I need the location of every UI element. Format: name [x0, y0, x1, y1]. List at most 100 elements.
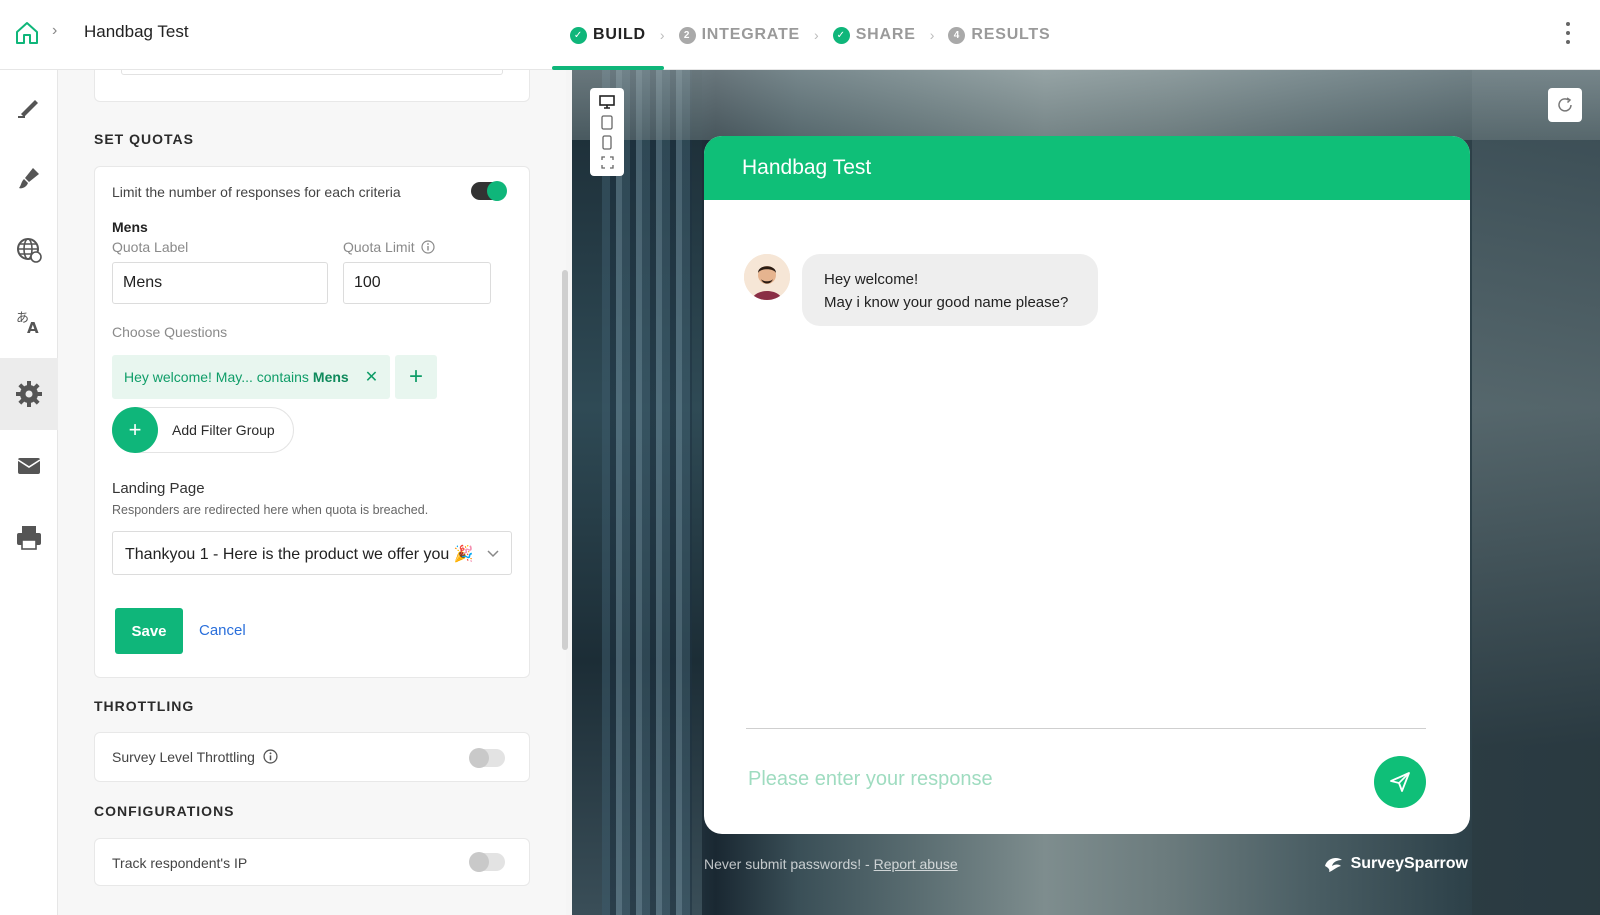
rail-item-print[interactable] [0, 502, 58, 574]
survey-throttling-label-text: Survey Level Throttling [112, 749, 255, 765]
home-icon[interactable] [14, 20, 40, 46]
message-line-2: May i know your good name please? [824, 294, 1069, 311]
set-quotas-heading: SET QUOTAS [94, 131, 194, 147]
step-number-badge: 4 [948, 26, 966, 44]
rail-item-settings[interactable] [0, 358, 58, 430]
mobile-icon[interactable] [602, 135, 612, 151]
quota-group-name: Mens [112, 219, 148, 235]
background-shelves [1472, 70, 1600, 915]
send-button[interactable] [1374, 756, 1426, 808]
rail-item-email[interactable] [0, 430, 58, 502]
check-icon: ✓ [570, 26, 587, 44]
question-filter-chip[interactable]: Hey welcome! May... contains Mens ✕ [112, 355, 391, 399]
surveysparrow-logo-icon [1324, 858, 1342, 872]
rail-item-translate[interactable]: あA [0, 286, 58, 358]
printer-icon [17, 526, 41, 550]
translate-icon: あA [16, 311, 39, 337]
rail-item-edit[interactable] [0, 70, 58, 142]
step-chevron-icon: › [929, 27, 935, 43]
settings-panel: SET QUOTAS Limit the number of responses… [58, 70, 566, 915]
rail-item-language[interactable] [0, 214, 58, 286]
limit-responses-toggle[interactable] [471, 181, 507, 201]
close-icon[interactable]: ✕ [365, 367, 378, 387]
breadcrumb-chevron-icon: › [52, 22, 58, 39]
quota-limit-caption-text: Quota Limit [343, 239, 415, 255]
chat-title: Handbag Test [704, 136, 1470, 200]
survey-throttling-label: Survey Level Throttling [112, 749, 278, 765]
chat-survey-card: Handbag Test Hey welcome! May i know you… [704, 136, 1470, 834]
panel-scrollbar[interactable] [562, 270, 568, 650]
fullscreen-icon[interactable] [600, 156, 614, 169]
chat-message-bubble: Hey welcome! May i know your good name p… [802, 254, 1098, 326]
report-abuse-link[interactable]: Report abuse [874, 856, 958, 872]
left-rail: あA [0, 70, 58, 915]
throttling-heading: THROTTLING [94, 698, 195, 714]
quota-limit-input[interactable]: 100 [343, 262, 491, 304]
choose-questions-label: Choose Questions [112, 324, 228, 340]
step-results[interactable]: 4 RESULTS [948, 0, 1050, 70]
gear-icon [16, 381, 42, 407]
step-chevron-icon: › [659, 27, 665, 43]
add-filter-group-button[interactable]: + Add Filter Group [112, 407, 294, 453]
info-icon[interactable] [421, 240, 436, 254]
add-filter-group-label: Add Filter Group [172, 422, 275, 438]
step-share-label: SHARE [855, 26, 916, 43]
quota-label-caption: Quota Label [112, 239, 189, 255]
landing-page-select[interactable]: Thankyou 1 - Here is the product we offe… [112, 531, 512, 575]
quota-card: Limit the number of responses for each c… [94, 166, 530, 678]
breadcrumb-survey-title[interactable]: Handbag Test [84, 22, 189, 42]
desktop-icon[interactable] [599, 95, 615, 109]
step-chevron-icon: › [814, 27, 819, 43]
brush-icon [19, 168, 39, 189]
globe-icon [17, 238, 42, 263]
previous-field [121, 70, 503, 75]
filter-condition-value: Mens [312, 369, 349, 385]
step-build-label: BUILD [593, 26, 646, 43]
tablet-icon[interactable] [601, 114, 613, 130]
quota-limit-caption: Quota Limit [343, 239, 436, 255]
rail-item-design[interactable] [0, 142, 58, 214]
step-build[interactable]: ✓ BUILD [552, 0, 664, 70]
save-button[interactable]: Save [115, 608, 183, 654]
background-garments [602, 70, 692, 915]
top-bar: › Handbag Test ✓ BUILD › 2 INTEGRATE › ✓… [0, 0, 1600, 70]
step-integrate-label: INTEGRATE [701, 26, 801, 43]
refresh-preview-button[interactable] [1548, 88, 1582, 122]
message-line-1: Hey welcome! [824, 271, 919, 288]
previous-settings-card [94, 70, 530, 102]
survey-preview: Handbag Test Hey welcome! May i know you… [572, 70, 1600, 915]
info-icon[interactable] [263, 749, 278, 764]
more-options-icon[interactable] [1564, 22, 1572, 44]
avatar [744, 254, 790, 300]
brand-name: SurveySparrow [1350, 855, 1468, 872]
plus-icon: + [112, 407, 158, 453]
limit-responses-label: Limit the number of responses for each c… [112, 184, 401, 200]
track-ip-toggle[interactable] [469, 852, 505, 872]
throttling-card: Survey Level Throttling [94, 732, 530, 782]
landing-page-selected-value: Thankyou 1 - Here is the product we offe… [125, 546, 474, 563]
brand-logo[interactable]: SurveySparrow [1321, 852, 1468, 876]
landing-page-title: Landing Page [112, 480, 205, 497]
step-number-badge: 2 [678, 26, 696, 44]
add-condition-button[interactable]: + [395, 355, 437, 399]
cancel-button[interactable]: Cancel [199, 622, 246, 639]
response-input[interactable]: Please enter your response [748, 768, 993, 791]
track-ip-label: Track respondent's IP [112, 855, 248, 871]
mail-icon [17, 458, 41, 474]
chevron-down-icon [487, 550, 499, 558]
configurations-heading: CONFIGURATIONS [94, 803, 235, 819]
footer-note: Never submit passwords! - Report abuse [704, 856, 958, 872]
refresh-icon [1558, 97, 1572, 112]
step-results-label: RESULTS [971, 26, 1051, 43]
quota-label-input[interactable]: Mens [112, 262, 328, 304]
step-integrate[interactable]: 2 INTEGRATE [678, 0, 801, 70]
step-share[interactable]: ✓ SHARE [832, 0, 916, 70]
footer-warning-text: Never submit passwords! - [704, 856, 874, 872]
send-icon [1390, 772, 1410, 792]
edit-icon [18, 100, 38, 118]
svg-text:A: A [27, 319, 39, 337]
check-icon: ✓ [832, 26, 850, 44]
step-navigation: ✓ BUILD › 2 INTEGRATE › ✓ SHARE › 4 RESU… [552, 0, 1050, 70]
survey-throttling-toggle[interactable] [469, 748, 505, 768]
device-switcher [590, 88, 624, 176]
